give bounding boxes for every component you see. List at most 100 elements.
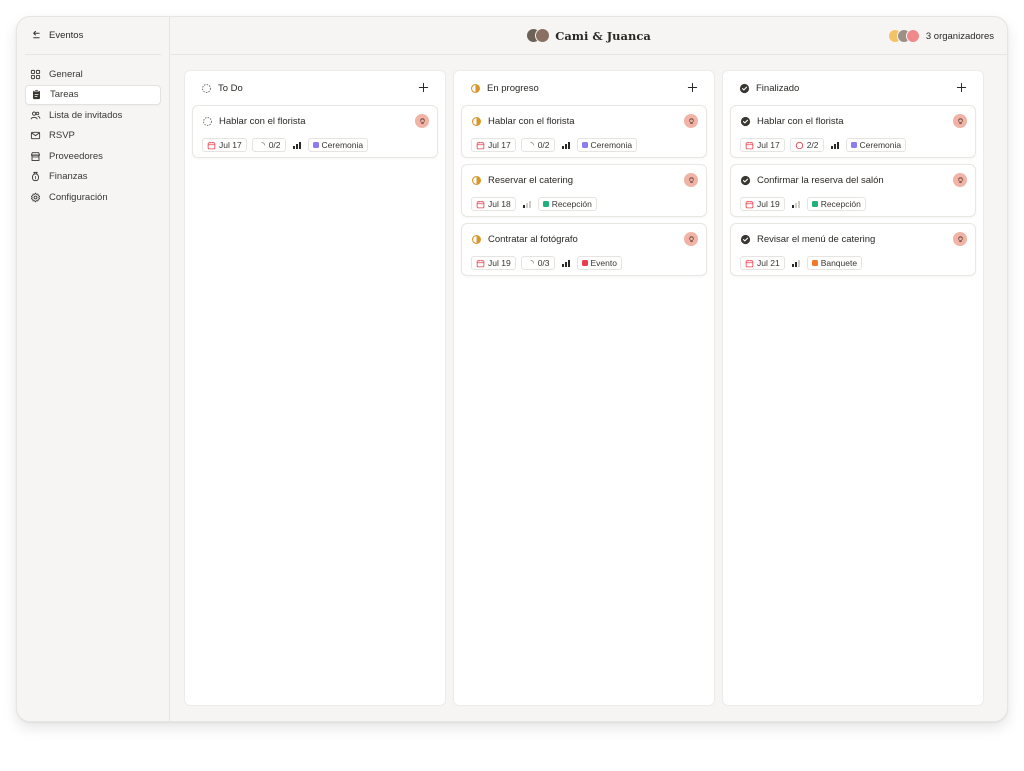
subtasks-label: 2/2: [806, 140, 819, 150]
subtasks-chip[interactable]: 0/2: [520, 138, 555, 152]
subtasks-label: 0/2: [537, 140, 550, 150]
task-card[interactable]: Hablar con el florista Jul 17 0/2 Ceremonia: [192, 105, 438, 158]
task-meta: Jul 21 Banquete: [740, 256, 967, 270]
column-header: Finalizado: [723, 71, 983, 105]
tag-chip[interactable]: Recepción: [537, 197, 597, 211]
sidebar: Eventos General Tareas Lista de invitados R…: [17, 17, 170, 721]
sidebar-item-tareas[interactable]: Tareas: [25, 84, 161, 105]
assignee-avatar[interactable]: [953, 173, 967, 187]
tag-color-dot: [581, 142, 588, 148]
priority-bar: [797, 201, 800, 208]
priority-bar: [794, 203, 797, 208]
tag-color-dot: [811, 260, 818, 266]
priority-bar: [522, 205, 525, 208]
priority-bar: [833, 144, 836, 149]
task-card-header: Revisar el menú de catering: [740, 232, 967, 246]
add-task-icon[interactable]: [956, 81, 967, 95]
tag-chip[interactable]: Recepción: [806, 197, 866, 211]
task-title: Hablar con el florista: [488, 115, 575, 127]
task-card[interactable]: Contratar al fotógrafo Jul 19 0/3 Evento: [461, 223, 707, 276]
in-progress-status-icon[interactable]: [471, 175, 482, 186]
done-status-icon[interactable]: [740, 175, 751, 186]
calendar-icon: [476, 199, 485, 210]
subtask-progress-icon: [257, 140, 266, 151]
priority-bar: [567, 142, 570, 149]
due-date-chip[interactable]: Jul 17: [740, 138, 785, 152]
due-date-chip[interactable]: Jul 21: [740, 256, 785, 270]
page-title: Cami & Juanca: [555, 28, 651, 43]
priority-bars-icon[interactable]: [521, 200, 533, 208]
add-task-icon[interactable]: [418, 81, 429, 95]
assignee-avatar[interactable]: [953, 114, 967, 128]
tag-chip[interactable]: Evento: [576, 256, 622, 270]
priority-bar: [292, 146, 295, 149]
task-card[interactable]: Hablar con el florista Jul 17 0/2 Ceremonia: [461, 105, 707, 158]
due-date-chip[interactable]: Jul 18: [471, 197, 516, 211]
assignee-avatar[interactable]: [684, 114, 698, 128]
due-date-chip[interactable]: Jul 17: [471, 138, 516, 152]
calendar-icon: [476, 258, 485, 269]
priority-bars-icon[interactable]: [560, 259, 572, 267]
done-status-icon[interactable]: [740, 116, 751, 127]
sidebar-item-label: Lista de invitados: [49, 109, 123, 121]
subtasks-chip[interactable]: 0/3: [520, 256, 555, 270]
task-title: Hablar con el florista: [757, 115, 844, 127]
task-card[interactable]: Confirmar la reserva del salón Jul 19 Rece…: [730, 164, 976, 217]
task-card[interactable]: Revisar el menú de catering Jul 21 Banquet…: [730, 223, 976, 276]
subtasks-chip[interactable]: 2/2: [789, 138, 824, 152]
in-progress-status-icon[interactable]: [471, 234, 482, 245]
priority-bars-icon[interactable]: [560, 141, 572, 149]
sidebar-item-general[interactable]: General: [25, 64, 161, 85]
assignee-avatar[interactable]: [684, 232, 698, 246]
due-date-chip[interactable]: Jul 19: [471, 256, 516, 270]
tag-chip[interactable]: Ceremonia: [307, 138, 369, 152]
back-to-events-button[interactable]: Eventos: [25, 17, 161, 55]
task-meta: Jul 19 Recepción: [740, 197, 967, 211]
organizers-button[interactable]: 3 organizadores: [887, 17, 994, 55]
priority-bars-icon[interactable]: [291, 141, 303, 149]
couple-avatars: [526, 28, 551, 43]
tag-chip[interactable]: Banquete: [806, 256, 863, 270]
task-meta: Jul 17 2/2 Ceremonia: [740, 138, 967, 152]
tag-chip[interactable]: Ceremonia: [845, 138, 907, 152]
sidebar-item-finanzas[interactable]: Finanzas: [25, 167, 161, 188]
mail-reply-icon: [30, 130, 41, 141]
task-card-header: Reservar el catering: [471, 173, 698, 187]
priority-bar: [564, 144, 567, 149]
add-task-icon[interactable]: [687, 81, 698, 95]
task-card-header: Confirmar la reserva del salón: [740, 173, 967, 187]
task-card[interactable]: Hablar con el florista Jul 17 2/2 Ceremonia: [730, 105, 976, 158]
assignee-avatar[interactable]: [953, 232, 967, 246]
sidebar-item-proveedores[interactable]: Proveedores: [25, 146, 161, 167]
sidebar-item-label: Finanzas: [49, 171, 88, 183]
sidebar-item-rsvp[interactable]: RSVP: [25, 126, 161, 147]
task-card-header: Contratar al fotógrafo: [471, 232, 698, 246]
subtasks-chip[interactable]: 0/2: [251, 138, 286, 152]
sidebar-item-lista-de-invitados[interactable]: Lista de invitados: [25, 105, 161, 126]
priority-bars-icon[interactable]: [790, 259, 802, 267]
todo-status-icon: [201, 83, 212, 94]
tag-label: Ceremonia: [859, 140, 902, 150]
in-progress-status-icon[interactable]: [471, 116, 482, 127]
done-status-icon: [739, 83, 750, 94]
todo-status-icon[interactable]: [202, 116, 213, 127]
calendar-icon: [207, 140, 216, 151]
column-done: Finalizado Hablar con el florista Jul 17 2/…: [722, 70, 984, 706]
assignee-avatar[interactable]: [415, 114, 429, 128]
priority-bars-icon[interactable]: [829, 141, 841, 149]
sidebar-item-configuraci-n[interactable]: Configuración: [25, 187, 161, 208]
task-card[interactable]: Reservar el catering Jul 18 Recepción: [461, 164, 707, 217]
priority-bar: [836, 142, 839, 149]
due-date-label: Jul 19: [488, 258, 511, 268]
due-date-chip[interactable]: Jul 17: [202, 138, 247, 152]
task-title: Confirmar la reserva del salón: [757, 174, 884, 186]
due-date-label: Jul 17: [219, 140, 242, 150]
priority-bars-icon[interactable]: [790, 200, 802, 208]
due-date-chip[interactable]: Jul 19: [740, 197, 785, 211]
subtasks-label: 0/2: [268, 140, 281, 150]
tag-chip[interactable]: Ceremonia: [576, 138, 638, 152]
assignee-avatar[interactable]: [684, 173, 698, 187]
done-status-icon[interactable]: [740, 234, 751, 245]
tag-color-dot: [542, 201, 549, 207]
sidebar-item-label: Tareas: [50, 89, 79, 101]
